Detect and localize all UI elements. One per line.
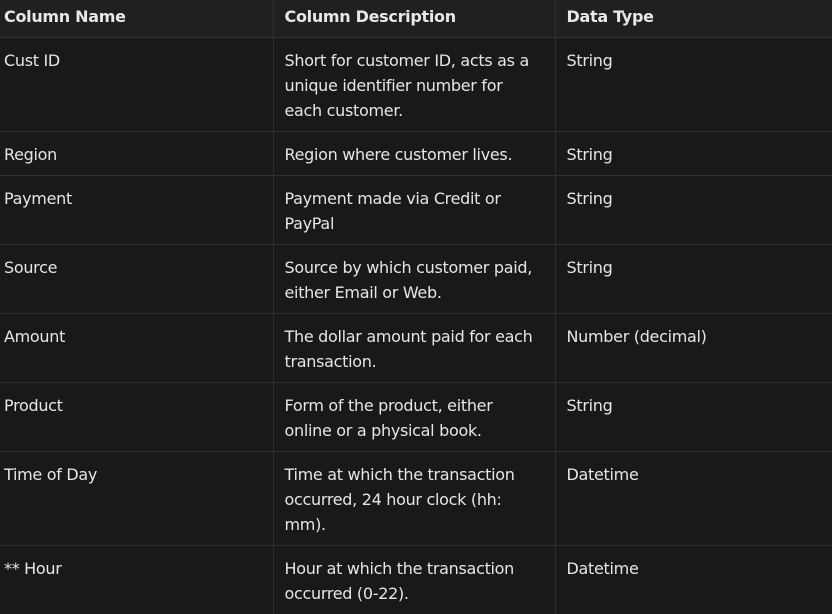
cell-data-type: String [554, 243, 832, 314]
cell-column-name: Product [0, 381, 274, 452]
header-row: Column Name Column Description Data Type [0, 0, 832, 38]
table-row: Time of Day Time at which the transactio… [0, 450, 832, 546]
cell-column-description: Region where customer lives. [272, 130, 556, 176]
table-row: Payment Payment made via Credit or PayPa… [0, 174, 832, 245]
table-body: Cust ID Short for customer ID, acts as a… [0, 36, 832, 614]
cell-column-name: Amount [0, 312, 274, 383]
cell-data-type: String [554, 381, 832, 452]
cell-data-type: String [554, 36, 832, 132]
table-row: Product Form of the product, either onli… [0, 381, 832, 452]
cell-column-name: Payment [0, 174, 274, 245]
cell-column-name: ** Hour [0, 544, 274, 614]
cell-column-description: Source by which customer paid, either Em… [272, 243, 556, 314]
table-row: Amount The dollar amount paid for each t… [0, 312, 832, 383]
cell-column-name: Cust ID [0, 36, 274, 132]
cell-data-type: Number (decimal) [554, 312, 832, 383]
cell-column-description: Time at which the transaction occurred, … [272, 450, 556, 546]
cell-column-description: Payment made via Credit or PayPal [272, 174, 556, 245]
cell-data-type: Datetime [554, 450, 832, 546]
cell-data-type: Datetime [554, 544, 832, 614]
table-header: Column Name Column Description Data Type [0, 0, 832, 38]
cell-column-name: Time of Day [0, 450, 274, 546]
cell-column-description: The dollar amount paid for each transact… [272, 312, 556, 383]
cell-column-name: Region [0, 130, 274, 176]
table-row: ** Hour Hour at which the transaction oc… [0, 544, 832, 614]
cell-data-type: String [554, 174, 832, 245]
table-row: Source Source by which customer paid, ei… [0, 243, 832, 314]
header-column-description: Column Description [272, 0, 556, 38]
header-data-type: Data Type [554, 0, 832, 38]
header-column-name: Column Name [0, 0, 274, 38]
cell-column-description: Hour at which the transaction occurred (… [272, 544, 556, 614]
data-dictionary-table: Column Name Column Description Data Type… [0, 0, 832, 614]
cell-data-type: String [554, 130, 832, 176]
cell-column-description: Short for customer ID, acts as a unique … [272, 36, 556, 132]
cell-column-name: Source [0, 243, 274, 314]
cell-column-description: Form of the product, either online or a … [272, 381, 556, 452]
table-row: Cust ID Short for customer ID, acts as a… [0, 36, 832, 132]
table-row: Region Region where customer lives. Stri… [0, 130, 832, 176]
